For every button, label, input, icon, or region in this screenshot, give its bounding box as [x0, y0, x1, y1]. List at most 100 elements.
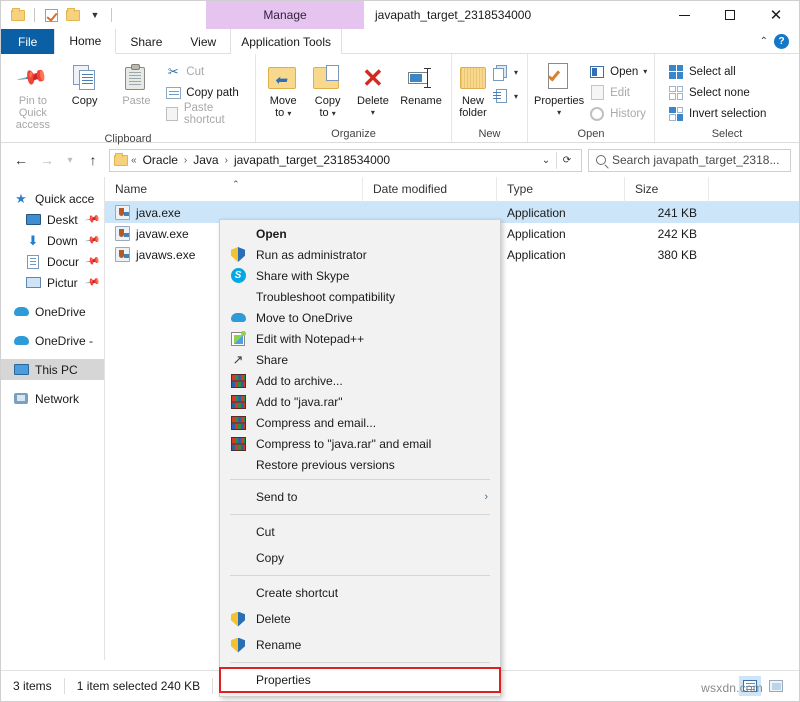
ribbon-tab-strip: File Home Share View Application Tools ⌃… [1, 29, 799, 54]
context-menu-item-create-shortcut[interactable]: Create shortcut [220, 580, 500, 606]
context-menu-item-compress-and-email[interactable]: Compress and email... [220, 412, 500, 433]
minimize-button[interactable] [661, 1, 707, 29]
refresh-button[interactable]: ⟳ [557, 150, 577, 171]
tab-share[interactable]: Share [116, 29, 176, 54]
context-menu-item-run-as-administrator[interactable]: Run as administrator [220, 244, 500, 265]
copy-path-label: Copy path [186, 86, 239, 99]
up-button[interactable]: ↑ [81, 148, 105, 172]
context-menu-item-open[interactable]: Open [220, 223, 500, 244]
history-button[interactable]: History [586, 104, 650, 123]
pin-icon[interactable]: 📌 [84, 232, 101, 248]
group-label-organize: Organize [331, 128, 376, 140]
breadcrumb-item-java[interactable]: Java [190, 153, 221, 167]
pin-icon[interactable]: 📌 [84, 211, 101, 227]
properties-button[interactable]: Properties ▾ [534, 57, 584, 119]
paste-shortcut-button[interactable]: Paste shortcut [162, 102, 249, 126]
sidebar-item-onedrive-business[interactable]: OneDrive - [1, 330, 104, 351]
properties-caret-icon[interactable]: ▾ [557, 107, 561, 119]
pin-icon[interactable]: 📌 [84, 274, 101, 290]
copy-path-button[interactable]: Copy path [162, 83, 249, 102]
sidebar-item-documents[interactable]: Docur 📌 [1, 251, 104, 272]
breadcrumb-overflow[interactable]: « [130, 155, 138, 166]
chevron-down-icon[interactable]: ▼ [86, 6, 104, 24]
open-button[interactable]: Open ▾ [586, 62, 650, 81]
chevron-down-icon[interactable]: ▾ [643, 67, 647, 76]
sidebar-item-quick-access[interactable]: ★ Quick acce [1, 188, 104, 209]
search-input[interactable]: Search javapath_target_2318... [612, 153, 779, 167]
breadcrumb-item-current[interactable]: javapath_target_2318534000 [231, 153, 393, 167]
context-menu-item-send-to[interactable]: Send to › [220, 484, 500, 510]
context-menu-item-rename[interactable]: Rename [220, 632, 500, 658]
invert-selection-button[interactable]: Invert selection [665, 104, 769, 123]
context-menu-item-add-to-java-rar[interactable]: Add to "java.rar" [220, 391, 500, 412]
breadcrumb-separator[interactable]: › [183, 155, 188, 166]
edit-button[interactable]: Edit [586, 83, 650, 102]
new-folder-button[interactable]: New folder [458, 57, 488, 119]
breadcrumb-item-oracle[interactable]: Oracle [140, 153, 181, 167]
chevron-down-icon[interactable]: ▾ [514, 68, 518, 77]
column-header-type[interactable]: Type [497, 176, 625, 202]
large-icons-view-button[interactable] [765, 676, 787, 696]
sidebar-item-this-pc[interactable]: This PC [1, 359, 104, 380]
context-menu-item-label: Send to [256, 490, 298, 504]
select-none-button[interactable]: Select none [665, 83, 769, 102]
delete-caret-icon[interactable]: ▾ [371, 107, 375, 119]
context-menu-item-cut[interactable]: Cut [220, 519, 500, 545]
help-icon[interactable]: ? [774, 33, 789, 49]
context-menu-item-properties[interactable]: Properties [219, 667, 501, 693]
sidebar-item-desktop[interactable]: Deskt 📌 [1, 209, 104, 230]
chevron-up-icon[interactable]: ⌃ [760, 36, 768, 47]
move-to-button[interactable]: ⬅ Move to ▾ [262, 57, 304, 120]
context-menu-item-share-with-skype[interactable]: S Share with Skype [220, 265, 500, 286]
folder-icon[interactable] [64, 6, 82, 24]
pin-to-quick-access-button[interactable]: 📌 Pin to Quick access [7, 57, 59, 131]
previous-locations-button[interactable]: ⌄ [536, 150, 556, 171]
delete-button[interactable]: ✕ Delete ▾ [351, 57, 395, 119]
checkbox-icon[interactable] [42, 6, 60, 24]
select-all-button[interactable]: Select all [665, 62, 769, 81]
breadcrumb-separator[interactable]: › [224, 155, 229, 166]
copy-to-button[interactable]: Copy to ▾ [306, 57, 348, 120]
sidebar-item-downloads[interactable]: ⬇ Down 📌 [1, 230, 104, 251]
tab-home[interactable]: Home [54, 29, 117, 54]
no-icon [230, 524, 246, 540]
new-item-button[interactable]: ▾ [490, 63, 521, 82]
sidebar-item-pictures[interactable]: Pictur 📌 [1, 272, 104, 293]
context-menu-item-share[interactable]: ↗ Share [220, 349, 500, 370]
column-header-size[interactable]: Size [625, 176, 709, 202]
pin-icon[interactable]: 📌 [84, 253, 101, 269]
sidebar-item-network[interactable]: Network [1, 388, 104, 409]
context-menu-item-copy[interactable]: Copy [220, 545, 500, 571]
context-menu-item-restore-previous-versions[interactable]: Restore previous versions [220, 454, 500, 475]
history-label: History [610, 107, 646, 120]
back-button[interactable]: ← [9, 148, 33, 172]
forward-button[interactable]: → [35, 148, 59, 172]
rename-button[interactable]: Rename [397, 57, 445, 107]
context-menu-item-move-to-onedrive[interactable]: Move to OneDrive [220, 307, 500, 328]
context-menu-item-add-to-archive[interactable]: Add to archive... [220, 370, 500, 391]
context-menu-item-edit-with-notepadpp[interactable]: Edit with Notepad++ [220, 328, 500, 349]
column-header-date-modified[interactable]: Date modified [363, 176, 497, 202]
folder-icon[interactable] [9, 6, 27, 24]
context-menu-item-troubleshoot-compatibility[interactable]: Troubleshoot compatibility [220, 286, 500, 307]
sidebar-item-onedrive[interactable]: OneDrive [1, 301, 104, 322]
context-menu-item-compress-to-java-rar-and-email[interactable]: Compress to "java.rar" and email [220, 433, 500, 454]
select-none-icon [668, 85, 684, 101]
maximize-button[interactable] [707, 1, 753, 29]
chevron-down-icon[interactable]: ▾ [514, 92, 518, 101]
tab-application-tools[interactable]: Application Tools [230, 29, 343, 54]
close-button[interactable]: ✕ [753, 1, 799, 29]
breadcrumb[interactable]: « Oracle › Java › javapath_target_231853… [109, 148, 582, 172]
manage-contextual-tab-header[interactable]: Manage [206, 1, 364, 29]
context-menu-item-delete[interactable]: Delete [220, 606, 500, 632]
easy-access-button[interactable]: ▾ [490, 87, 521, 106]
context-menu-item-label: Compress to "java.rar" and email [256, 436, 432, 451]
recent-locations-button[interactable]: ▾ [61, 148, 79, 172]
search-box[interactable]: Search javapath_target_2318... [588, 148, 791, 172]
cut-button[interactable]: ✂ Cut [162, 62, 249, 81]
tab-view[interactable]: View [176, 29, 230, 54]
paste-button[interactable]: Paste [111, 57, 163, 107]
clipboard-small-commands: ✂ Cut Copy path Paste shortcut [162, 57, 249, 126]
tab-file[interactable]: File [1, 29, 55, 54]
copy-button[interactable]: Copy [59, 57, 111, 107]
